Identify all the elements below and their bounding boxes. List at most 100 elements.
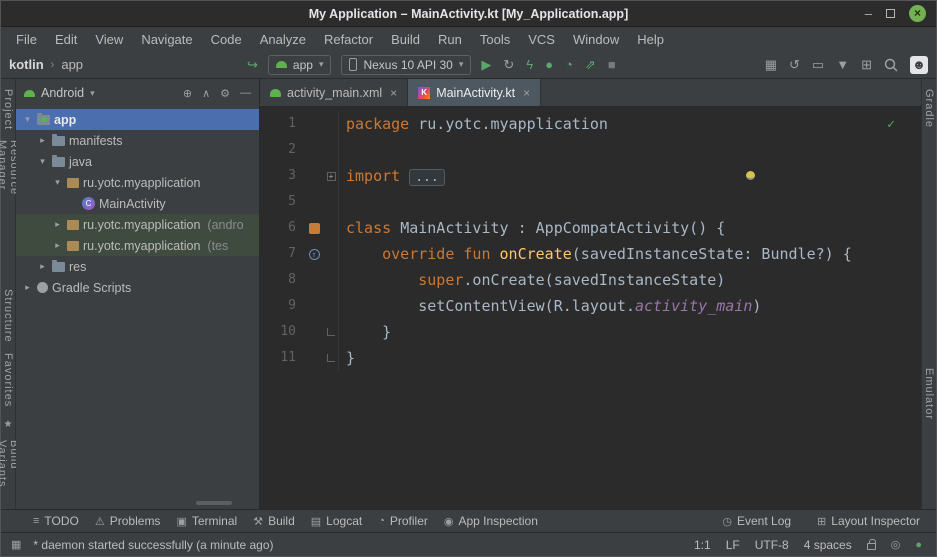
code-line-8[interactable]: 8 super.onCreate(savedInstanceState) (260, 267, 921, 293)
toolwindow-button-app-inspection[interactable]: ◉App Inspection (444, 514, 538, 528)
tree-item-app[interactable]: ▾app (16, 109, 259, 130)
chevron-right-icon[interactable]: ▸ (52, 219, 63, 230)
minimize-button[interactable]: – (865, 7, 872, 20)
chevron-right-icon[interactable]: ▸ (22, 282, 33, 293)
tree-item-mainactivity[interactable]: CMainActivity (16, 193, 259, 214)
code-line-7[interactable]: 7↑ override fun onCreate(savedInstanceSt… (260, 241, 921, 267)
menu-navigate[interactable]: Navigate (132, 29, 201, 50)
tab-mainactivity-kt[interactable]: KMainActivity.kt× (408, 79, 541, 106)
collapse-all-icon[interactable]: ∧ (202, 87, 210, 100)
stop-button[interactable]: ■ (608, 58, 616, 71)
class-gutter-icon[interactable] (304, 215, 324, 241)
chevron-right-icon[interactable]: ▸ (37, 135, 48, 146)
toolwindow-button-layout-inspector[interactable]: ⊞Layout Inspector (817, 514, 920, 528)
toolwindow-button-terminal[interactable]: ▣Terminal (176, 514, 237, 528)
toolwindow-button-todo[interactable]: ≡TODO (33, 514, 79, 528)
fold-marker-icon[interactable] (324, 345, 339, 371)
menu-code[interactable]: Code (202, 29, 251, 50)
horizontal-scrollbar-thumb[interactable] (196, 501, 232, 505)
toolwindow-button-problems[interactable]: ⚠Problems (95, 514, 161, 528)
code-line-11[interactable]: 11} (260, 345, 921, 371)
breadcrumb-kotlin[interactable]: kotlin (9, 57, 44, 72)
attach-debugger-button[interactable]: ⇗ (585, 58, 596, 71)
code-line-1[interactable]: 1package ru.yotc.myapplication (260, 111, 921, 137)
code-editor[interactable]: 1package ru.yotc.myapplication23+import … (260, 107, 921, 509)
line-separator[interactable]: LF (726, 538, 740, 552)
apply-changes-button[interactable]: ↻ (503, 58, 514, 71)
toolwindow-button-build[interactable]: ⚒Build (253, 514, 295, 528)
tool-stripe-favorites[interactable]: Favorites (2, 353, 14, 407)
menu-analyze[interactable]: Analyze (251, 29, 315, 50)
menu-refactor[interactable]: Refactor (315, 29, 382, 50)
code-line-3[interactable]: 3+import ... (260, 163, 921, 189)
tree-item-gradle-scripts[interactable]: ▸Gradle Scripts (16, 277, 259, 298)
code-line-10[interactable]: 10 } (260, 319, 921, 345)
sync-project-button[interactable]: ↺ (789, 58, 800, 71)
indent-setting[interactable]: 4 spaces (804, 538, 852, 552)
code-line-5[interactable]: 5 (260, 189, 921, 215)
menu-vcs[interactable]: VCS (519, 29, 564, 50)
file-encoding[interactable]: UTF-8 (755, 538, 789, 552)
notifications-icon[interactable]: ◎ (891, 538, 901, 551)
layout-validation-button[interactable]: ⊞ (861, 58, 872, 71)
tree-item-ru-yotc-myapplication-andro[interactable]: ▸ru.yotc.myapplication(andro (16, 214, 259, 235)
locate-file-icon[interactable]: ⊕ (183, 87, 192, 100)
toolwindow-button-logcat[interactable]: ▤Logcat (311, 514, 362, 528)
debug-button[interactable]: ● (545, 58, 553, 71)
inspections-ok-icon[interactable]: ✓ (887, 112, 895, 138)
chevron-down-icon[interactable]: ▾ (52, 177, 63, 188)
close-tab-icon[interactable]: × (523, 86, 530, 100)
menu-build[interactable]: Build (382, 29, 429, 50)
close-button[interactable]: × (909, 5, 926, 22)
menu-view[interactable]: View (86, 29, 132, 50)
tree-item-ru-yotc-myapplication-tes[interactable]: ▸ru.yotc.myapplication(tes (16, 235, 259, 256)
tree-item-ru-yotc-myapplication[interactable]: ▾ru.yotc.myapplication (16, 172, 259, 193)
tool-stripe-gradle[interactable]: Gradle (923, 89, 935, 128)
profile-button[interactable]: ◔ (565, 58, 573, 71)
chevron-right-icon[interactable]: ▸ (52, 240, 63, 251)
apply-code-changes-button[interactable]: ϟ (526, 58, 533, 71)
fold-marker-icon[interactable] (324, 319, 339, 345)
menu-tools[interactable]: Tools (471, 29, 519, 50)
code-line-9[interactable]: 9 setContentView(R.layout.activity_main) (260, 293, 921, 319)
tree-item-res[interactable]: ▸res (16, 256, 259, 277)
settings-gear-icon[interactable]: ⚙ (220, 87, 230, 100)
tool-stripe-emulator[interactable]: Emulator (923, 368, 935, 420)
menu-file[interactable]: File (7, 29, 46, 50)
code-line-2[interactable]: 2 (260, 137, 921, 163)
caret-position[interactable]: 1:1 (694, 538, 711, 552)
run-config-selector[interactable]: app ▾ (268, 55, 332, 75)
restore-button[interactable] (886, 7, 895, 20)
menu-edit[interactable]: Edit (46, 29, 86, 50)
chevron-down-icon[interactable]: ▾ (37, 156, 48, 167)
toolwindow-toggle-icon[interactable]: ▦ (11, 538, 21, 551)
profile-avatar[interactable]: ☻ (910, 56, 928, 74)
menu-window[interactable]: Window (564, 29, 628, 50)
hide-panel-icon[interactable]: ― (240, 87, 251, 100)
readonly-lock-icon[interactable] (867, 543, 876, 550)
run-button[interactable]: ▶ (481, 58, 491, 71)
tab-activity-main-xml[interactable]: activity_main.xml× (260, 79, 408, 106)
project-view-selector[interactable]: Android (41, 86, 84, 100)
sdk-manager-button[interactable]: ▼ (836, 58, 849, 71)
tree-item-manifests[interactable]: ▸manifests (16, 130, 259, 151)
forward-arrow-icon[interactable]: ↪ (247, 58, 258, 71)
code-line-6[interactable]: 6class MainActivity : AppCompatActivity(… (260, 215, 921, 241)
tool-stripe-project[interactable]: Project (2, 89, 14, 130)
adb-status-icon[interactable]: ● (915, 539, 922, 551)
override-gutter-icon[interactable]: ↑ (304, 241, 324, 267)
avd-manager-button[interactable]: ▭ (812, 58, 824, 71)
menu-help[interactable]: Help (628, 29, 673, 50)
close-tab-icon[interactable]: × (390, 86, 397, 100)
toolwindow-button-profiler[interactable]: ◔Profiler (378, 514, 428, 528)
favorites-star-icon[interactable]: ★ (4, 419, 13, 430)
fold-marker-icon[interactable]: + (324, 163, 339, 189)
device-manager-button[interactable]: ▦ (765, 58, 777, 71)
menu-run[interactable]: Run (429, 29, 471, 50)
tool-stripe-structure[interactable]: Structure (2, 289, 14, 343)
search-icon[interactable] (884, 58, 898, 72)
intention-bulb-icon[interactable] (746, 171, 755, 180)
breadcrumb-app[interactable]: app (61, 57, 83, 72)
chevron-right-icon[interactable]: ▸ (37, 261, 48, 272)
device-selector[interactable]: Nexus 10 API 30 ▾ (341, 55, 471, 75)
